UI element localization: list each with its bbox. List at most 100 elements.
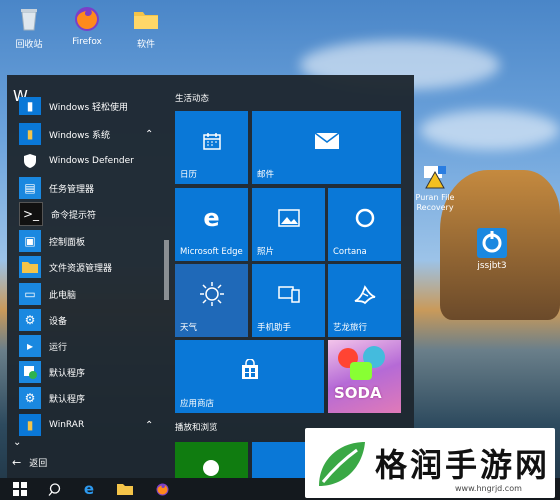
start-menu: W ▮ Windows 轻松使用 ▮ Windows 系统 ⌃ Windows …	[7, 75, 414, 478]
tile-mail[interactable]: 邮件	[252, 111, 401, 184]
folder-icon	[19, 256, 41, 278]
app-list: W ▮ Windows 轻松使用 ▮ Windows 系统 ⌃ Windows …	[7, 75, 169, 478]
command-prompt-icon: >_	[19, 202, 43, 226]
tile-label: 照片	[257, 247, 275, 257]
run-icon: ▸	[19, 335, 41, 357]
app-label: Windows Defender	[49, 156, 134, 166]
chevron-up-icon[interactable]: ⌃	[145, 129, 153, 140]
chevron-up-icon[interactable]: ⌃	[145, 420, 153, 431]
computer-icon: ▭	[19, 283, 41, 305]
photo-icon	[252, 188, 325, 247]
shield-icon	[19, 150, 41, 172]
desktop-icon-jssjbt3[interactable]: jssjbt3	[460, 228, 524, 271]
start-button[interactable]	[8, 480, 32, 498]
soda-logo: SODA	[334, 384, 382, 402]
tile-label: 应用商店	[180, 399, 215, 409]
desktop-icon-label: 回收站	[15, 40, 43, 50]
scrollbar-thumb[interactable]	[164, 240, 169, 300]
candy-icon	[350, 362, 372, 380]
leaf-logo-icon	[319, 442, 365, 486]
sun-icon	[175, 264, 248, 323]
edge-icon: e	[203, 203, 220, 232]
default-programs-icon	[19, 361, 41, 383]
edge-icon: e	[83, 480, 95, 498]
tile-edge[interactable]: e Microsoft Edge	[175, 188, 248, 261]
desktop-icon-label: Firefox	[72, 37, 102, 47]
app-label: 默认程序	[49, 368, 86, 379]
desktop-icon-recycle-bin[interactable]: 回收站	[0, 4, 61, 50]
app-item-devices[interactable]: ⚙ 设备	[7, 307, 167, 333]
tile-label: 日历	[180, 170, 198, 180]
group-title: 生活动态	[175, 94, 210, 104]
tile-xbox[interactable]	[175, 442, 248, 478]
app-item-task-manager[interactable]: ▤ 任务管理器	[7, 175, 167, 201]
tile-calendar[interactable]: 日历	[175, 111, 248, 184]
desktop-icon-software[interactable]: 软件	[114, 4, 178, 50]
app-label: 命令提示符	[51, 210, 97, 221]
folder-icon: ▮	[19, 414, 41, 436]
app-item-run[interactable]: ▸ 运行	[7, 333, 167, 359]
watermark-url: www.hngrjd.com	[455, 484, 522, 493]
folder-icon	[117, 484, 133, 495]
tile-label: 手机助手	[257, 323, 292, 333]
app-label: 任务管理器	[49, 184, 95, 195]
app-item-file-explorer[interactable]: 文件资源管理器	[7, 254, 167, 280]
app-label: 此电脑	[49, 290, 77, 301]
tile-cortana[interactable]: Cortana	[328, 188, 401, 261]
tile-phone-companion[interactable]: 手机助手	[252, 264, 325, 337]
app-label: WinRAR	[49, 420, 85, 430]
phone-icon	[252, 264, 325, 323]
back-button[interactable]: ← 返回	[12, 456, 47, 469]
tile-weather[interactable]: 天气	[175, 264, 248, 337]
tile-photos[interactable]: 照片	[252, 188, 325, 261]
app-label: Windows 系统	[49, 130, 111, 141]
tile-label: Microsoft Edge	[180, 247, 243, 257]
app-label: 设备	[49, 316, 68, 327]
app-item-default-programs-settings[interactable]: ⚙ 默认程序	[7, 385, 167, 411]
app-item-command-prompt[interactable]: >_ 命令提示符	[7, 201, 167, 227]
watermark-banner: 格润手游网 www.hngrjd.com	[305, 428, 555, 498]
app-item-this-pc[interactable]: ▭ 此电脑	[7, 281, 167, 307]
recycle-bin-icon	[14, 4, 44, 34]
tile-elong-travel[interactable]: 艺龙旅行	[328, 264, 401, 337]
app-item-winrar[interactable]: ▮ WinRAR ⌃	[7, 412, 167, 438]
tile-store[interactable]: 应用商店	[175, 340, 324, 413]
tile-label: 艺龙旅行	[333, 323, 368, 333]
app-item-control-panel[interactable]: ▣ 控制面板	[7, 228, 167, 254]
cortana-icon	[328, 188, 401, 247]
app-item-windows-defender[interactable]: Windows Defender	[7, 148, 167, 174]
puran-recovery-icon	[420, 160, 450, 190]
app-label: 默认程序	[49, 394, 86, 405]
desktop-icon-firefox[interactable]: Firefox	[55, 4, 119, 47]
cloud	[420, 110, 560, 150]
app-label: 运行	[49, 342, 68, 353]
mail-icon	[252, 111, 401, 170]
app-item-default-programs[interactable]: 默认程序	[7, 359, 167, 385]
taskbar-firefox[interactable]	[150, 480, 174, 498]
taskbar-file-explorer[interactable]	[113, 480, 137, 498]
folder-icon: ▮	[19, 123, 41, 145]
app-item-windows-system[interactable]: ▮ Windows 系统 ⌃	[7, 121, 167, 147]
taskbar-edge[interactable]: e	[77, 480, 101, 498]
app-label: Windows 轻松使用	[49, 102, 129, 113]
chevron-down-icon[interactable]: ⌄	[13, 437, 21, 448]
tile-label: 邮件	[257, 170, 275, 180]
gear-icon: ⚙	[19, 387, 41, 409]
tile-label: 天气	[180, 323, 198, 333]
firefox-icon	[72, 4, 102, 34]
app-shortcut-icon	[477, 228, 507, 258]
search-button[interactable]	[42, 480, 66, 498]
tile-candy-crush-soda[interactable]: SODA	[328, 340, 401, 413]
elong-icon	[328, 264, 401, 323]
desktop-icon-label: 软件	[136, 40, 155, 50]
folder-icon: ▮	[19, 97, 41, 115]
windows-logo-icon	[13, 482, 27, 496]
app-label: 控制面板	[49, 237, 86, 248]
desktop-icon-label: jssjbt3	[477, 261, 507, 271]
arrow-left-icon: ←	[12, 456, 22, 469]
app-item-windows-accessibility[interactable]: ▮ Windows 轻松使用	[7, 97, 167, 115]
group-title: 播放和浏览	[175, 423, 218, 433]
app-label: 文件资源管理器	[49, 263, 113, 274]
firefox-icon	[156, 483, 168, 495]
watermark-title: 格润手游网	[375, 446, 551, 484]
